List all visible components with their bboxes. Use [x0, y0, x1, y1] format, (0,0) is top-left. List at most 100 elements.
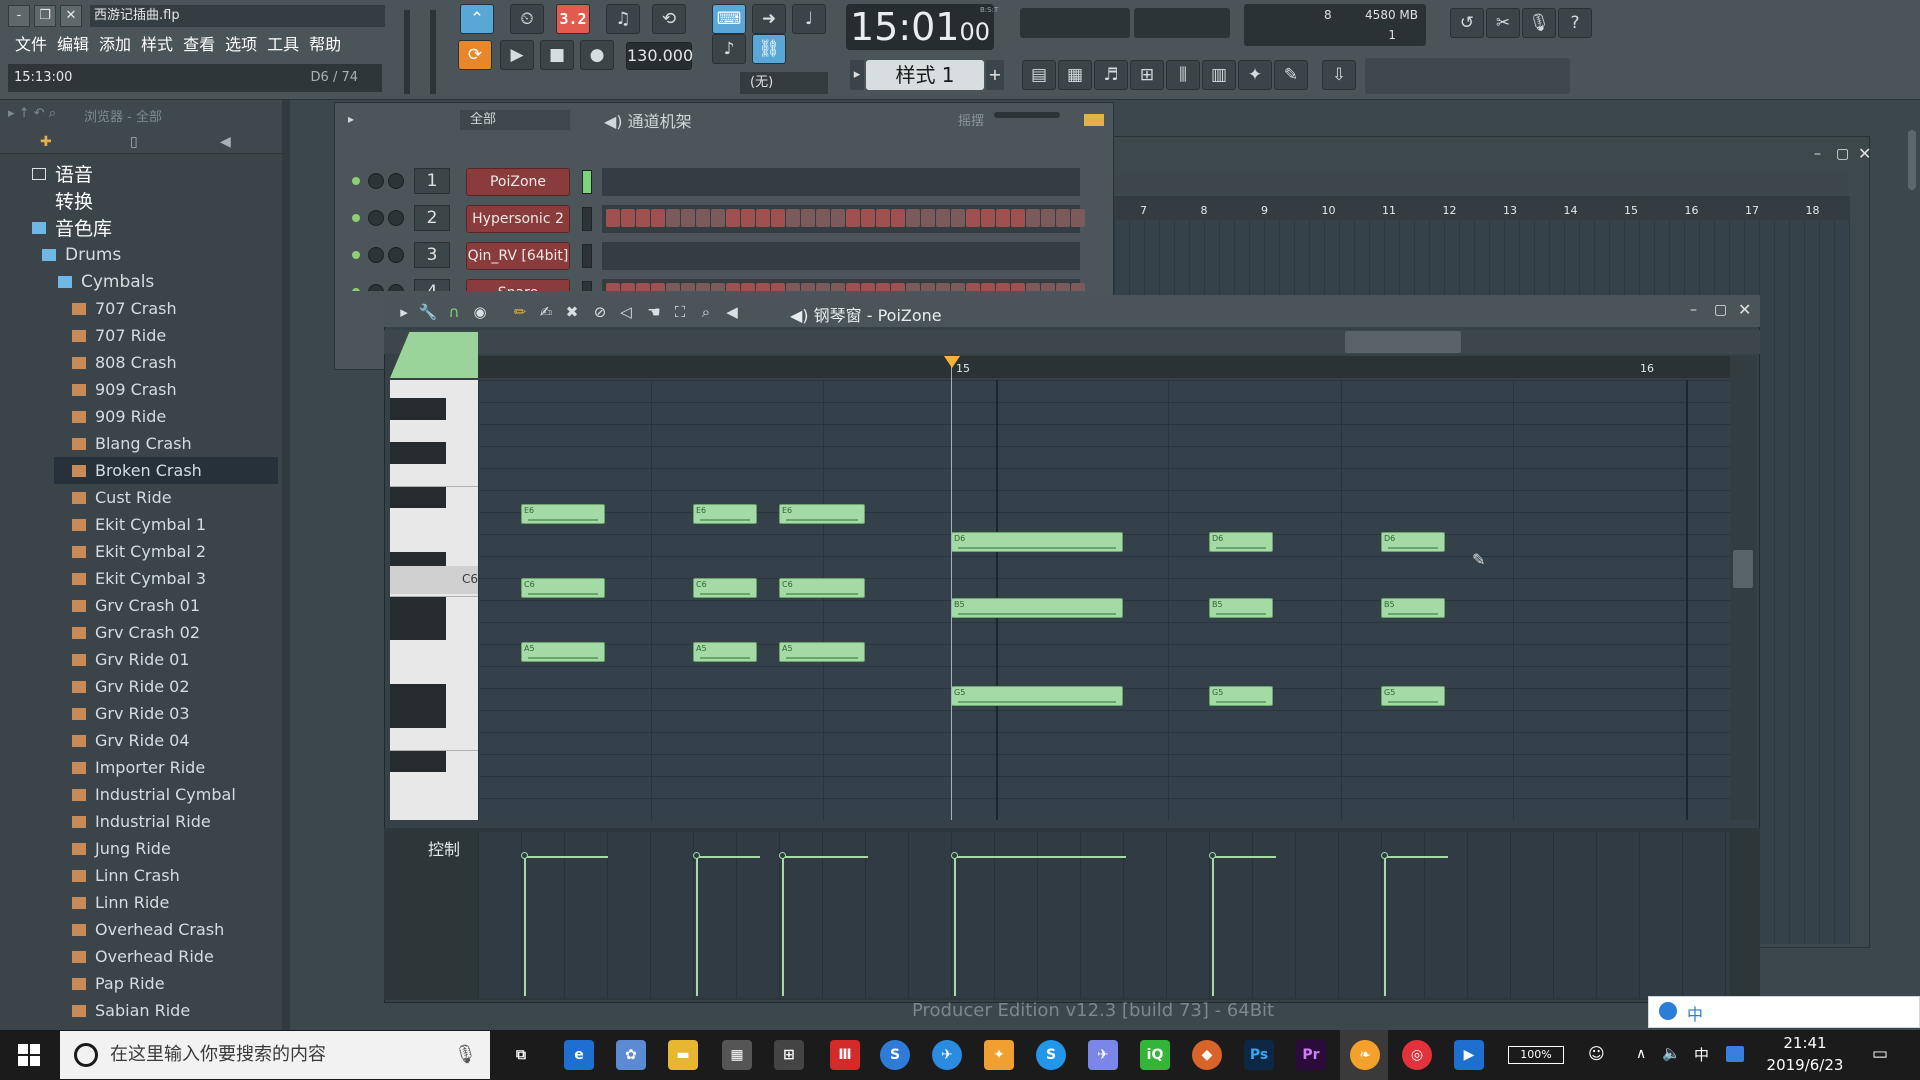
step-sequencer-lane[interactable] [602, 205, 1085, 233]
microphone-icon[interactable]: 🎙 [454, 1044, 477, 1065]
note[interactable]: C6 [779, 578, 865, 598]
photoshop-icon[interactable]: Ps [1244, 1040, 1274, 1070]
pattern-mode-icon[interactable]: ⌃ [460, 4, 494, 34]
channel-name-button[interactable]: Qin_RV [64bit] [466, 242, 570, 270]
magnet-icon[interactable]: ∩ [444, 302, 464, 322]
black-key[interactable] [390, 596, 446, 618]
step-button[interactable] [921, 209, 935, 227]
step-button[interactable] [891, 283, 905, 291]
channel-name-button[interactable]: PoiZone [466, 168, 570, 196]
step-button[interactable] [696, 283, 710, 291]
step-button[interactable] [666, 209, 680, 227]
app-blue-icon[interactable]: S [1036, 1040, 1066, 1070]
touch-controller-icon[interactable]: ✎ [1274, 60, 1308, 90]
piano-roll-hscroll-thumb[interactable] [1345, 331, 1461, 353]
channel-rack-arrow-icon[interactable]: ▸ [348, 112, 354, 126]
channel-pan-knob[interactable] [368, 247, 384, 263]
browser-item[interactable]: Blang Crash [14, 430, 280, 457]
step-sequencer-lane[interactable] [602, 242, 1080, 270]
playback-tool-icon[interactable]: ◀ [722, 302, 742, 322]
note[interactable]: A5 [521, 642, 605, 662]
step-button[interactable] [681, 283, 695, 291]
step-button[interactable] [1071, 283, 1085, 291]
velocity-bar[interactable] [1384, 856, 1386, 996]
menu-add[interactable]: 添加 [94, 33, 136, 57]
swing-slider[interactable] [994, 112, 1060, 118]
mute-tool-icon[interactable]: ⊘ [590, 302, 610, 322]
channel-filter[interactable]: 全部 [460, 110, 570, 130]
menu-help[interactable]: 帮助 [304, 33, 346, 57]
menu-view[interactable]: 查看 [178, 33, 220, 57]
black-key[interactable] [390, 684, 446, 706]
battery-indicator[interactable]: 100% [1508, 1046, 1564, 1064]
note[interactable]: D6 [1209, 532, 1273, 552]
ime-mode-label[interactable]: 中 [1687, 1001, 1703, 1025]
channel-select-indicator[interactable] [582, 207, 592, 231]
tray-expand-icon[interactable]: ∧ [1636, 1046, 1646, 1062]
browser-item[interactable]: 音色库 [14, 214, 280, 241]
velocity-lane[interactable] [478, 832, 1730, 998]
browser-item[interactable]: 707 Ride [14, 322, 280, 349]
loop-icon[interactable]: ⟳ [458, 40, 492, 70]
playhead-marker[interactable] [944, 356, 960, 368]
browser-item[interactable]: Overhead Crash [14, 916, 280, 943]
undo-icon[interactable]: ↺ [1450, 8, 1484, 38]
step-button[interactable] [606, 283, 620, 291]
step-button[interactable] [1071, 209, 1085, 227]
step-button[interactable] [1041, 283, 1055, 291]
browser-item[interactable]: Grv Ride 01 [14, 646, 280, 673]
step-button[interactable] [816, 209, 830, 227]
step-button[interactable] [786, 283, 800, 291]
store-icon[interactable]: ⊞ [774, 1040, 804, 1070]
channel-mixer-track[interactable]: 2 [414, 205, 450, 231]
step-button[interactable] [651, 209, 665, 227]
ime-toolbar[interactable]: 中 [1648, 996, 1920, 1028]
step-button[interactable] [996, 283, 1010, 291]
speaker-icon[interactable]: ◀ [220, 134, 231, 150]
note-grid[interactable]: E6 E6 E6 C6 C6 C6 A5 A5 A5 D6 D6 D6 B5 B5 B5 G5 G5 G5 [478, 380, 1730, 820]
restore-button[interactable]: ❐ [34, 5, 56, 27]
piano-roll-maximize-icon[interactable]: ▢ [1714, 302, 1727, 318]
taskbar-date[interactable]: 2019/6/23 [1762, 1056, 1848, 1074]
plugin-picker-icon[interactable]: ✦ [1238, 60, 1272, 90]
velocity-handle[interactable] [521, 852, 528, 859]
pattern-prev-icon[interactable]: ▸ [850, 60, 864, 90]
browser-item[interactable]: Importer Ride [14, 754, 280, 781]
step-button[interactable] [831, 283, 845, 291]
file-explorer-icon[interactable]: ▬ [668, 1040, 698, 1070]
edge-icon[interactable]: e [564, 1040, 594, 1070]
velocity-handle[interactable] [779, 852, 786, 859]
piano-roll-vscroll-thumb[interactable] [1733, 550, 1753, 588]
step-button[interactable] [1026, 283, 1040, 291]
step-button[interactable] [786, 209, 800, 227]
tray-app-icon[interactable] [1726, 1046, 1744, 1062]
wait-input-icon[interactable]: ♩ [792, 4, 826, 34]
task-view-icon[interactable]: ⧉ [506, 1040, 536, 1070]
channel-select-indicator[interactable] [582, 170, 592, 194]
step-button[interactable] [1011, 209, 1025, 227]
play-icon[interactable]: ▶ [500, 40, 534, 70]
channel-mixer-track[interactable]: 1 [414, 168, 450, 194]
step-button[interactable] [951, 209, 965, 227]
step-button[interactable] [891, 209, 905, 227]
close-button[interactable]: ✕ [60, 5, 82, 27]
velocity-bar[interactable] [782, 856, 784, 996]
step-button[interactable] [906, 209, 920, 227]
step-button[interactable] [1041, 209, 1055, 227]
browser-item[interactable]: 707 Crash [14, 295, 280, 322]
note[interactable]: B5 [1209, 598, 1273, 618]
ime-indicator[interactable]: 中 [1694, 1044, 1709, 1065]
iqiyi-icon[interactable]: iQ [1140, 1040, 1170, 1070]
browser-item[interactable]: 转换 [14, 187, 280, 214]
select-tool-icon[interactable]: ☚ [644, 302, 664, 322]
browser-item[interactable]: Cymbals [14, 268, 280, 295]
step-button[interactable] [981, 209, 995, 227]
browser-item[interactable]: Grv Ride 03 [14, 700, 280, 727]
channel-pan-knob[interactable] [368, 210, 384, 226]
file-icon[interactable]: ▯ [130, 134, 138, 150]
app-red-icon[interactable]: Ⅲ [830, 1040, 860, 1070]
channel-pan-knob[interactable] [368, 284, 384, 291]
channel-pan-knob[interactable] [368, 173, 384, 189]
browser-item[interactable]: 808 Crash [14, 349, 280, 376]
step-button[interactable] [876, 283, 890, 291]
